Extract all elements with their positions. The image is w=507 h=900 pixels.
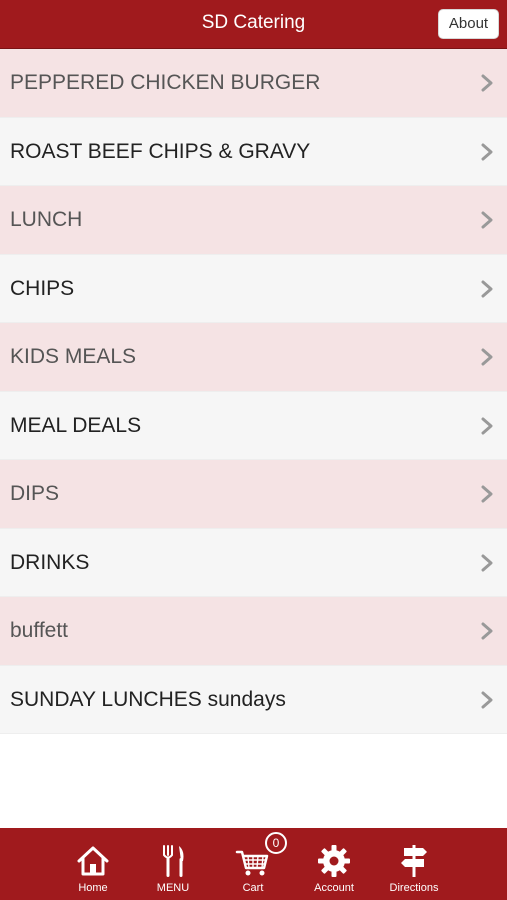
nav-account-label: Account: [314, 882, 354, 894]
menu-item-label: KIDS MEALS: [10, 345, 137, 368]
bottom-nav: Home MENU 0 Cart Account Directions: [0, 828, 507, 900]
nav-cart[interactable]: 0 Cart: [213, 828, 293, 900]
menu-item-peppered-chicken-burger[interactable]: PEPPERED CHICKEN BURGER: [0, 49, 507, 118]
menu-item-roast-beef-chips-gravy[interactable]: ROAST BEEF CHIPS & GRAVY: [0, 117, 507, 186]
menu-item-label: DIPS: [10, 482, 60, 505]
nav-home[interactable]: Home: [53, 828, 133, 900]
nav-menu[interactable]: MENU: [133, 828, 213, 900]
menu-item-label: SUNDAY LUNCHES sundays: [10, 687, 286, 711]
chevron-right-icon: [479, 621, 495, 641]
nav-cart-label: Cart: [242, 882, 264, 894]
fork-knife-icon: [155, 843, 191, 879]
menu-item-label: ROAST BEEF CHIPS & GRAVY: [10, 139, 311, 163]
menu-item-chips[interactable]: CHIPS: [0, 254, 507, 323]
chevron-right-icon: [479, 210, 495, 230]
chevron-right-icon: [479, 279, 495, 299]
chevron-right-icon: [479, 484, 495, 504]
menu-item-lunch[interactable]: LUNCH: [0, 186, 507, 255]
signpost-icon: [396, 843, 432, 879]
menu-item-dips[interactable]: DIPS: [0, 460, 507, 529]
nav-home-label: Home: [78, 882, 108, 894]
chevron-right-icon: [479, 690, 495, 710]
menu-item-drinks[interactable]: DRINKS: [0, 528, 507, 597]
menu-item-meal-deals[interactable]: MEAL DEALS: [0, 391, 507, 460]
menu-item-label: CHIPS: [10, 276, 75, 300]
home-icon: [75, 843, 111, 879]
app-title: SD Catering: [201, 12, 306, 33]
about-button[interactable]: About: [438, 9, 499, 39]
menu-item-label: PEPPERED CHICKEN BURGER: [10, 71, 321, 94]
nav-menu-label: MENU: [156, 882, 190, 894]
chevron-right-icon: [479, 142, 495, 162]
menu-item-sunday-lunches[interactable]: SUNDAY LUNCHES sundays: [0, 665, 507, 734]
menu-item-label: LUNCH: [10, 208, 83, 231]
menu-item-label: buffett: [10, 619, 68, 642]
cart-count-badge: 0: [265, 832, 287, 854]
nav-directions[interactable]: Directions: [374, 828, 454, 900]
chevron-right-icon: [479, 416, 495, 436]
menu-item-label: DRINKS: [10, 550, 90, 574]
menu-item-buffett[interactable]: buffett: [0, 597, 507, 666]
menu-category-list: PEPPERED CHICKEN BURGER ROAST BEEF CHIPS…: [0, 49, 507, 734]
menu-item-label: MEAL DEALS: [10, 413, 142, 437]
chevron-right-icon: [479, 553, 495, 573]
app-screen: SD Catering About PEPPERED CHICKEN BURGE…: [0, 0, 507, 900]
gear-icon: [316, 843, 352, 879]
nav-account[interactable]: Account: [294, 828, 374, 900]
nav-directions-label: Directions: [389, 882, 439, 894]
menu-item-kids-meals[interactable]: KIDS MEALS: [0, 323, 507, 392]
chevron-right-icon: [479, 73, 495, 93]
chevron-right-icon: [479, 347, 495, 367]
top-bar: SD Catering About: [0, 0, 507, 49]
